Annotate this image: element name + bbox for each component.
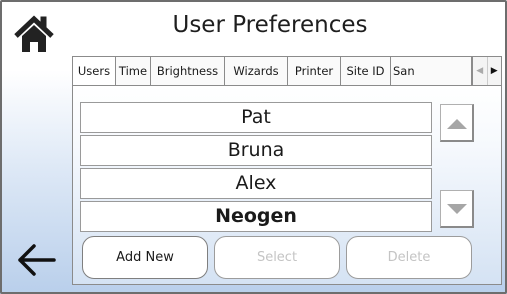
add-new-button[interactable]: Add New xyxy=(82,236,208,279)
arrow-left-icon xyxy=(18,244,56,276)
back-button[interactable] xyxy=(12,240,60,280)
home-icon xyxy=(14,15,54,52)
tab-scroll: ◀ ▶ xyxy=(472,56,502,86)
triangle-down-icon xyxy=(447,204,467,214)
list-item[interactable]: Alex xyxy=(80,168,432,199)
delete-button[interactable]: Delete xyxy=(346,236,472,279)
page-title: User Preferences xyxy=(172,12,368,38)
tab-users[interactable]: Users xyxy=(72,56,116,86)
user-list: Pat Bruna Alex Neogen xyxy=(80,102,432,234)
tab-time[interactable]: Time xyxy=(116,56,151,86)
tab-san[interactable]: San xyxy=(391,56,472,86)
scroll-up-button[interactable] xyxy=(440,104,474,142)
triangle-up-icon xyxy=(447,119,467,129)
tab-site-id[interactable]: Site ID xyxy=(341,56,391,86)
select-button[interactable]: Select xyxy=(214,236,340,279)
scroll-down-button[interactable] xyxy=(440,190,474,228)
triangle-left-icon[interactable]: ◀ xyxy=(473,57,488,85)
tab-wizards[interactable]: Wizards xyxy=(225,56,288,86)
tab-brightness[interactable]: Brightness xyxy=(151,56,225,86)
list-item[interactable]: Bruna xyxy=(80,135,432,166)
list-item[interactable]: Neogen xyxy=(80,201,432,232)
triangle-right-icon[interactable]: ▶ xyxy=(488,57,502,85)
home-button[interactable] xyxy=(10,14,58,54)
tab-printer[interactable]: Printer xyxy=(288,56,341,86)
list-item[interactable]: Pat xyxy=(80,102,432,133)
tab-bar: Users Time Brightness Wizards Printer Si… xyxy=(72,56,472,86)
